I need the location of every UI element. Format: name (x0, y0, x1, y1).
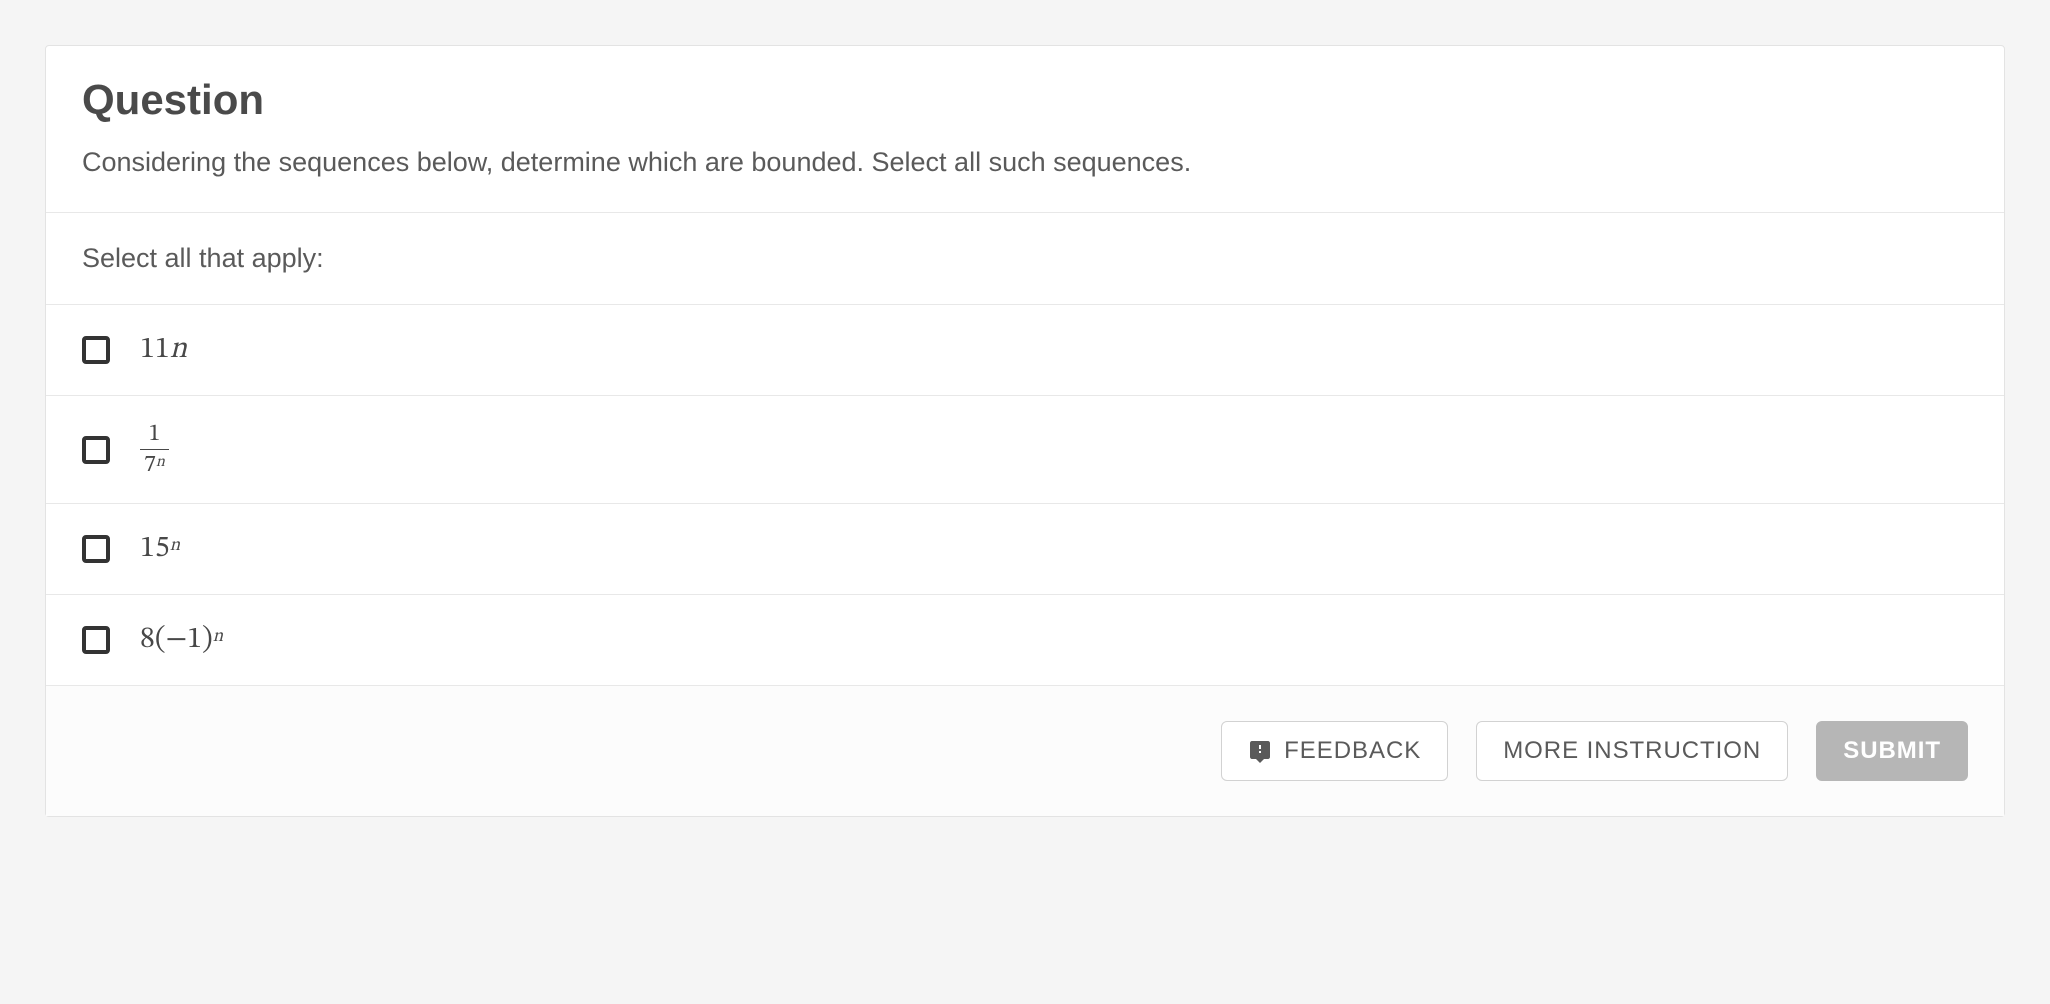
feedback-icon (1248, 739, 1272, 763)
more-instruction-button[interactable]: MORE INSTRUCTION (1476, 721, 1788, 781)
checkbox[interactable] (82, 626, 110, 654)
question-prompt: Considering the sequences below, determi… (82, 144, 1968, 180)
answer-option[interactable]: 8(−1)n (46, 595, 2004, 686)
option-expression: 11n (140, 331, 187, 369)
option-expression: 17n (140, 422, 169, 477)
question-footer: FEEDBACK MORE INSTRUCTION SUBMIT (46, 686, 2004, 816)
checkbox[interactable] (82, 535, 110, 563)
page-root: Question Considering the sequences below… (0, 0, 2050, 862)
more-instruction-label: MORE INSTRUCTION (1503, 737, 1761, 765)
answer-option[interactable]: 17n (46, 396, 2004, 504)
option-expression: 15n (140, 530, 180, 568)
answer-option[interactable]: 11n (46, 305, 2004, 396)
option-expression: 8(−1)n (140, 621, 223, 659)
submit-button[interactable]: SUBMIT (1816, 721, 1968, 781)
feedback-button[interactable]: FEEDBACK (1221, 721, 1448, 781)
select-instruction: Select all that apply: (46, 213, 2004, 305)
checkbox[interactable] (82, 336, 110, 364)
question-title: Question (82, 76, 1968, 124)
question-card: Question Considering the sequences below… (45, 45, 2005, 817)
checkbox[interactable] (82, 436, 110, 464)
submit-label: SUBMIT (1843, 737, 1941, 765)
answer-option[interactable]: 15n (46, 504, 2004, 595)
question-header: Question Considering the sequences below… (46, 46, 2004, 213)
feedback-label: FEEDBACK (1284, 737, 1421, 765)
